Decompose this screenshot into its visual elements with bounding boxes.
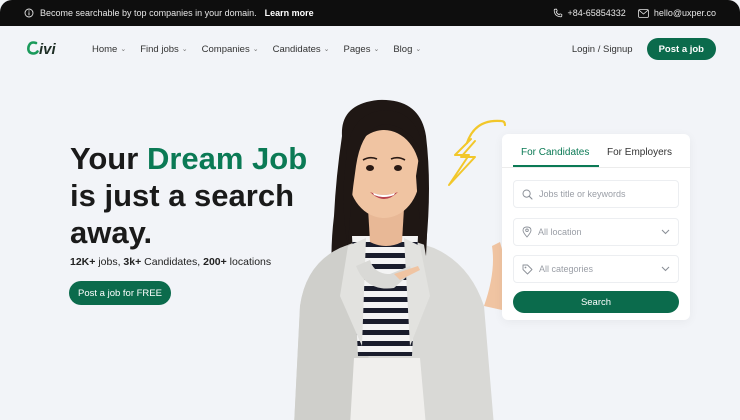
tab-for-employers[interactable]: For Employers [607, 147, 672, 158]
nav-item-label: Pages [343, 43, 371, 55]
search-button[interactable]: Search [513, 291, 679, 313]
chevron-down-icon: ⌄ [181, 46, 188, 53]
stat-label: locations [226, 256, 272, 268]
nav-item-pages[interactable]: Pages ⌄ [344, 44, 380, 55]
logo[interactable]: ivi [24, 39, 64, 59]
stat-label: jobs, [95, 256, 124, 268]
category-select[interactable]: All categories [513, 255, 679, 283]
email-address: hello@uxper.co [653, 8, 716, 18]
location-pin-icon [522, 226, 532, 238]
nav-item-label: Find jobs [140, 43, 179, 55]
chevron-down-icon [661, 229, 670, 235]
civi-logo-mark: ivi [27, 41, 57, 58]
main-nav: ivi Home ⌄ Find jobs ⌄ Companies ⌄ Candidat… [0, 26, 740, 72]
phone-number: +84-65854332 [567, 8, 626, 18]
chevron-down-icon [661, 266, 670, 272]
search-tabs: For Candidates For Employers [502, 134, 690, 168]
keywords-placeholder: Jobs title or keywords [539, 189, 626, 199]
nav-item-companies[interactable]: Companies ⌄ [202, 44, 259, 55]
login-signup-link[interactable]: Login / Signup [572, 44, 633, 55]
email-contact[interactable]: hello@uxper.co [638, 8, 716, 18]
stat-label: Candidates, [141, 256, 204, 268]
active-tab-indicator [513, 165, 599, 167]
hero-title-part: Your [70, 141, 147, 176]
announcement-bar: Become searchable by top companies in yo… [0, 0, 740, 26]
chevron-down-icon: ⌄ [323, 46, 330, 53]
chevron-down-icon: ⌄ [120, 46, 127, 53]
nav-item-label: Candidates [272, 43, 321, 55]
chevron-down-icon: ⌄ [373, 46, 380, 53]
post-job-free-button[interactable]: Post a job for FREE [69, 281, 171, 305]
chevron-down-icon: ⌄ [252, 46, 259, 53]
learn-more-link[interactable]: Learn more [265, 8, 314, 18]
tag-icon [522, 264, 533, 275]
nav-item-candidates[interactable]: Candidates ⌄ [273, 44, 330, 55]
nav-menu: Home ⌄ Find jobs ⌄ Companies ⌄ Candidates ⌄ … [92, 44, 421, 55]
mail-icon [638, 8, 649, 18]
stat-candidates-count: 3k+ [123, 256, 142, 268]
location-value: All location [538, 227, 582, 237]
nav-item-blog[interactable]: Blog ⌄ [393, 44, 421, 55]
hero-stats: 12K+ jobs, 3k+ Candidates, 200+ location… [70, 256, 271, 268]
info-icon [24, 8, 34, 18]
chevron-down-icon: ⌄ [415, 46, 422, 53]
job-search-card: For Candidates For Employers Jobs title … [502, 134, 690, 320]
yellow-doodle-icon [445, 115, 510, 190]
keywords-input[interactable]: Jobs title or keywords [513, 180, 679, 208]
category-value: All categories [539, 264, 594, 274]
phone-contact[interactable]: +84-65854332 [553, 8, 626, 18]
stat-locations-count: 200+ [203, 256, 227, 268]
tab-for-candidates[interactable]: For Candidates [521, 147, 589, 158]
nav-item-label: Home [92, 43, 118, 55]
nav-item-find-jobs[interactable]: Find jobs ⌄ [140, 44, 187, 55]
phone-icon [553, 8, 563, 18]
stat-jobs-count: 12K+ [70, 256, 96, 268]
nav-item-home[interactable]: Home ⌄ [92, 44, 126, 55]
announcement: Become searchable by top companies in yo… [24, 8, 314, 18]
announcement-text: Become searchable by top companies in yo… [40, 8, 257, 18]
svg-text:ivi: ivi [39, 41, 57, 58]
nav-item-label: Blog [393, 43, 413, 55]
nav-item-label: Companies [201, 43, 250, 55]
search-icon [522, 189, 533, 200]
location-select[interactable]: All location [513, 218, 679, 246]
post-job-button[interactable]: Post a job [646, 38, 716, 60]
